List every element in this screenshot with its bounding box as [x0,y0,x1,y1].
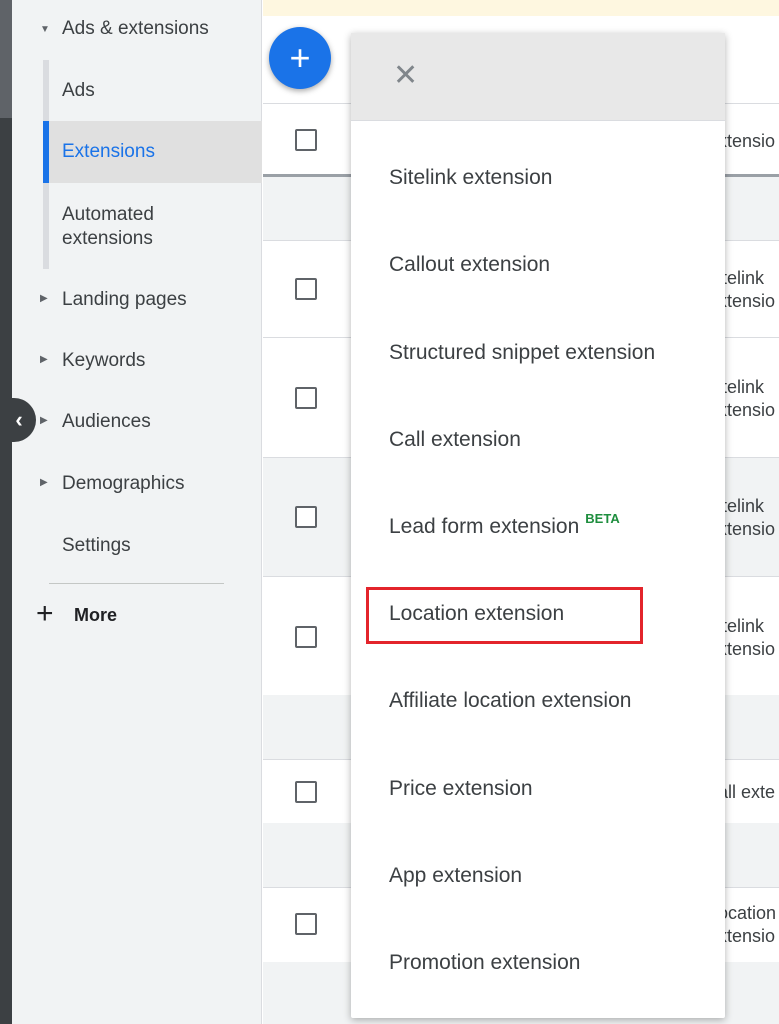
beta-badge: BETA [585,511,620,526]
menu-item-app[interactable]: App extension [389,864,522,888]
nav-automated-extensions-label: Automated extensions [62,204,154,249]
table-cell: ocation [718,903,777,923]
caret-right-icon: ▶ [40,293,48,304]
caret-right-icon: ▶ [40,354,48,365]
nav-extensions-label: Extensions [62,141,155,162]
table-cell: xtensio [718,400,776,420]
sidebar: ▼ Ads & extensions Ads Extensions Automa… [12,0,262,1024]
nav-ads[interactable]: Ads [43,60,262,121]
table-cell: xtensio [718,291,776,311]
row-checkbox[interactable] [295,913,317,935]
extension-type-menu: ✕ Sitelink extension Callout extension S… [351,33,725,1018]
row-checkbox[interactable] [295,626,317,648]
row-checkbox[interactable] [295,387,317,409]
row-checkbox[interactable] [295,506,317,528]
left-rail [0,0,12,1024]
table-cell: xtensio [718,519,776,539]
nav-keywords-label: Keywords [62,350,146,371]
add-icon[interactable]: + [269,27,331,89]
menu-item-structured-snippet[interactable]: Structured snippet extension [389,341,655,365]
row-checkbox[interactable] [295,781,317,803]
menu-item-location[interactable]: Location extension [389,602,564,626]
caret-right-icon: ▶ [40,477,48,488]
row-checkbox[interactable] [295,278,317,300]
nav-landing-pages-label: Landing pages [62,289,187,310]
table-cell: all exte [718,782,776,802]
nav-settings-label: Settings [62,535,131,556]
menu-header: ✕ [351,33,725,121]
select-all-checkbox[interactable] [295,129,317,151]
menu-item-affiliate-location[interactable]: Affiliate location extension [389,689,631,713]
nav-extensions[interactable]: Extensions [43,121,262,183]
nav-automated-extensions[interactable]: Automated extensions [43,183,262,269]
nav-ads-extensions-label: Ads & extensions [62,18,209,39]
sidebar-divider [49,583,224,584]
nav-ads-label: Ads [62,80,95,101]
caret-right-icon: ▶ [40,415,48,426]
menu-item-sitelink[interactable]: Sitelink extension [389,166,552,190]
caret-down-icon: ▼ [40,24,50,35]
menu-item-promotion[interactable]: Promotion extension [389,951,580,975]
table-cell: xtensio [718,926,776,946]
menu-item-lead-form-label: Lead form extension [389,515,580,538]
close-icon[interactable]: ✕ [393,61,418,91]
nav-more-label: More [74,605,118,625]
nav-demographics-label: Demographics [62,473,185,494]
plus-icon: + [36,597,54,630]
menu-item-lead-form[interactable]: Lead form extension BETA [389,511,620,539]
menu-item-callout[interactable]: Callout extension [389,253,550,277]
left-rail-top [0,0,12,118]
nav-audiences-label: Audiences [62,411,151,432]
notification-bar [263,0,779,16]
menu-item-price[interactable]: Price extension [389,777,533,801]
menu-item-call[interactable]: Call extension [389,428,521,452]
table-cell: xtensio [718,639,776,659]
header-cell: xtensio [718,131,776,151]
